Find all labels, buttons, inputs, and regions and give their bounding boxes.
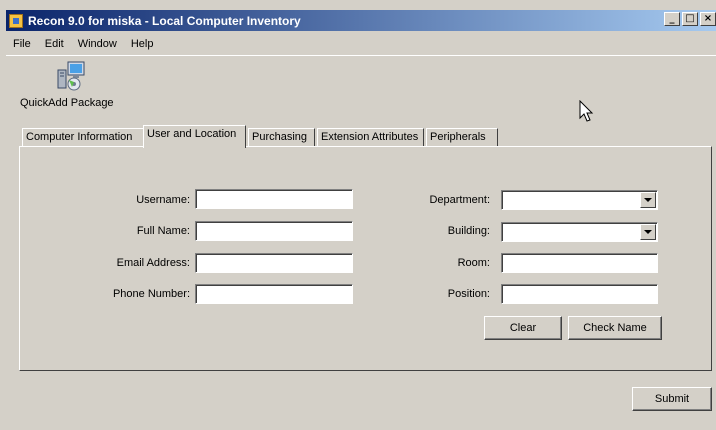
tab-purchasing[interactable]: Purchasing <box>248 128 315 147</box>
department-label: Department: <box>429 194 490 206</box>
tab-user-and-location[interactable]: User and Location <box>143 125 246 148</box>
window-title: Recon 9.0 for miska - Local Computer Inv… <box>28 13 301 28</box>
full-name-input[interactable] <box>195 221 353 241</box>
recon-app-icon <box>9 13 23 28</box>
quickadd-package-button[interactable]: QuickAdd Package <box>20 60 130 112</box>
tab-computer-information[interactable]: Computer Information <box>22 128 144 147</box>
username-input[interactable] <box>195 189 353 209</box>
menu-edit[interactable]: Edit <box>45 38 64 50</box>
clear-button[interactable]: Clear <box>484 316 562 340</box>
quickadd-package-icon <box>57 61 85 91</box>
close-button[interactable]: × <box>700 12 716 26</box>
email-address-input[interactable] <box>195 253 353 273</box>
position-label: Position: <box>447 288 490 300</box>
mouse-cursor-icon <box>579 100 594 122</box>
user-location-panel: Username: Full Name: Email Address: Phon… <box>19 146 712 371</box>
quickadd-package-label: QuickAdd Package <box>20 97 114 109</box>
toolbar-divider <box>6 55 716 56</box>
menu-bar: File Edit Window Help <box>13 38 167 50</box>
title-bar[interactable]: Recon 9.0 for miska - Local Computer Inv… <box>6 10 716 31</box>
room-input[interactable] <box>501 253 658 273</box>
full-name-label: Full Name: <box>136 225 190 237</box>
position-input[interactable] <box>501 284 658 304</box>
department-select[interactable] <box>501 190 658 210</box>
phone-number-input[interactable] <box>195 284 353 304</box>
chevron-down-icon[interactable] <box>640 192 656 208</box>
building-select[interactable] <box>501 222 658 242</box>
submit-button[interactable]: Submit <box>632 387 712 411</box>
tab-extension-attributes[interactable]: Extension Attributes <box>317 128 424 147</box>
menu-file[interactable]: File <box>13 38 31 50</box>
maximize-button[interactable]: □ <box>682 12 698 26</box>
menu-window[interactable]: Window <box>78 38 117 50</box>
check-name-button[interactable]: Check Name <box>568 316 662 340</box>
email-address-label: Email Address: <box>116 257 190 269</box>
room-label: Room: <box>457 257 490 269</box>
username-label: Username: <box>136 194 190 206</box>
tab-peripherals[interactable]: Peripherals <box>426 128 498 147</box>
chevron-down-icon[interactable] <box>640 224 656 240</box>
phone-number-label: Phone Number: <box>112 288 190 300</box>
minimize-button[interactable]: _ <box>664 12 680 26</box>
building-label: Building: <box>447 225 490 237</box>
menu-help[interactable]: Help <box>131 38 154 50</box>
